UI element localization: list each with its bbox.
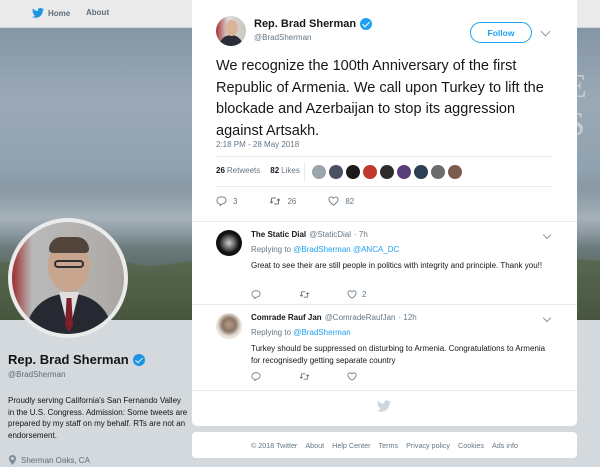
reply-icon xyxy=(251,290,261,299)
divider xyxy=(216,186,553,187)
divider xyxy=(216,156,553,157)
reply-actions: 2 xyxy=(251,290,395,299)
reply-mentions[interactable]: @BradSherman @ANCA_DC xyxy=(293,245,399,254)
reply-timestamp[interactable]: · 7h xyxy=(354,230,368,239)
liker-avatar[interactable] xyxy=(448,165,462,179)
footer-link-privacy[interactable]: Privacy policy xyxy=(406,441,450,450)
footer-link-cookies[interactable]: Cookies xyxy=(458,441,484,450)
retweet-icon xyxy=(299,291,310,298)
liker-avatar[interactable] xyxy=(380,165,394,179)
tweet-text: We recognize the 100th Anniversary of th… xyxy=(216,58,544,139)
liker-avatar[interactable] xyxy=(397,165,411,179)
heart-icon xyxy=(347,290,357,299)
footer-link-terms[interactable]: Terms xyxy=(379,441,399,450)
like-button[interactable] xyxy=(347,372,395,381)
footer-link-ads-info[interactable]: Ads info xyxy=(492,441,518,450)
reply-button[interactable] xyxy=(251,290,299,299)
retweet-icon xyxy=(270,197,281,205)
reply-author-handle[interactable]: @StaticDial xyxy=(309,230,351,239)
likes-stat[interactable]: 82 Likes xyxy=(270,166,300,175)
liker-avatar[interactable] xyxy=(312,165,326,179)
retweet-button[interactable]: 26 xyxy=(269,196,296,206)
follow-button[interactable]: Follow xyxy=(470,22,532,43)
retweet-button[interactable] xyxy=(299,290,347,299)
footer-link-about[interactable]: About xyxy=(305,441,324,450)
tweet-actions: 3 26 82 xyxy=(216,196,386,206)
chevron-down-icon[interactable] xyxy=(540,26,551,37)
divider xyxy=(304,162,305,182)
reply-text: Turkey should be suppressed on disturbin… xyxy=(251,344,546,365)
twitter-bird-icon xyxy=(377,400,391,412)
likers-avatars xyxy=(312,165,465,179)
reply-mentions[interactable]: @BradSherman xyxy=(293,328,350,337)
avatar[interactable] xyxy=(216,313,242,339)
reply-icon xyxy=(216,196,227,206)
liker-avatar[interactable] xyxy=(346,165,360,179)
divider xyxy=(192,390,577,391)
avatar[interactable] xyxy=(216,230,242,256)
divider xyxy=(192,221,577,222)
tweet-stats: 26 Retweets 82 Likes xyxy=(216,166,300,175)
liker-avatar[interactable] xyxy=(414,165,428,179)
liker-avatar[interactable] xyxy=(329,165,343,179)
tweet-author-handle[interactable]: @BradSherman xyxy=(254,33,372,42)
reply-button[interactable] xyxy=(251,372,299,381)
reply-actions xyxy=(251,372,395,381)
tweet-timestamp[interactable]: 2:18 PM - 28 May 2018 xyxy=(216,140,299,149)
reply-text: Great to see their are still people in p… xyxy=(251,261,543,270)
like-button[interactable]: 82 xyxy=(328,196,354,206)
liker-avatar[interactable] xyxy=(363,165,377,179)
reply-author-name[interactable]: Comrade Rauf Jan xyxy=(251,313,322,322)
heart-icon xyxy=(328,196,339,206)
retweet-icon xyxy=(299,373,310,380)
avatar[interactable] xyxy=(216,16,246,46)
retweets-stat[interactable]: 26 Retweets xyxy=(216,166,260,175)
retweet-button[interactable] xyxy=(299,372,347,381)
reply-author-name[interactable]: The Static Dial xyxy=(251,230,306,239)
divider xyxy=(192,304,577,305)
footer-copyright: © 2018 Twitter xyxy=(251,440,298,450)
heart-icon xyxy=(347,372,357,381)
liker-avatar[interactable] xyxy=(431,165,445,179)
verified-badge-icon xyxy=(360,18,373,30)
reply-author-handle[interactable]: @ComradeRaufJan xyxy=(325,313,396,322)
footer: © 2018 Twitter About Help Center Terms P… xyxy=(192,432,577,458)
reply-timestamp[interactable]: · 12h xyxy=(399,313,417,322)
reply-icon xyxy=(251,372,261,381)
tweet-author[interactable]: Rep. Brad Sherman @BradSherman xyxy=(216,16,373,46)
tweet-modal: Rep. Brad Sherman @BradSherman Follow We… xyxy=(192,0,577,426)
footer-link-help-center[interactable]: Help Center xyxy=(332,441,370,450)
reply-button[interactable]: 3 xyxy=(216,196,237,206)
tweet-author-name[interactable]: Rep. Brad Sherman xyxy=(254,18,373,30)
like-button[interactable]: 2 xyxy=(347,290,395,299)
